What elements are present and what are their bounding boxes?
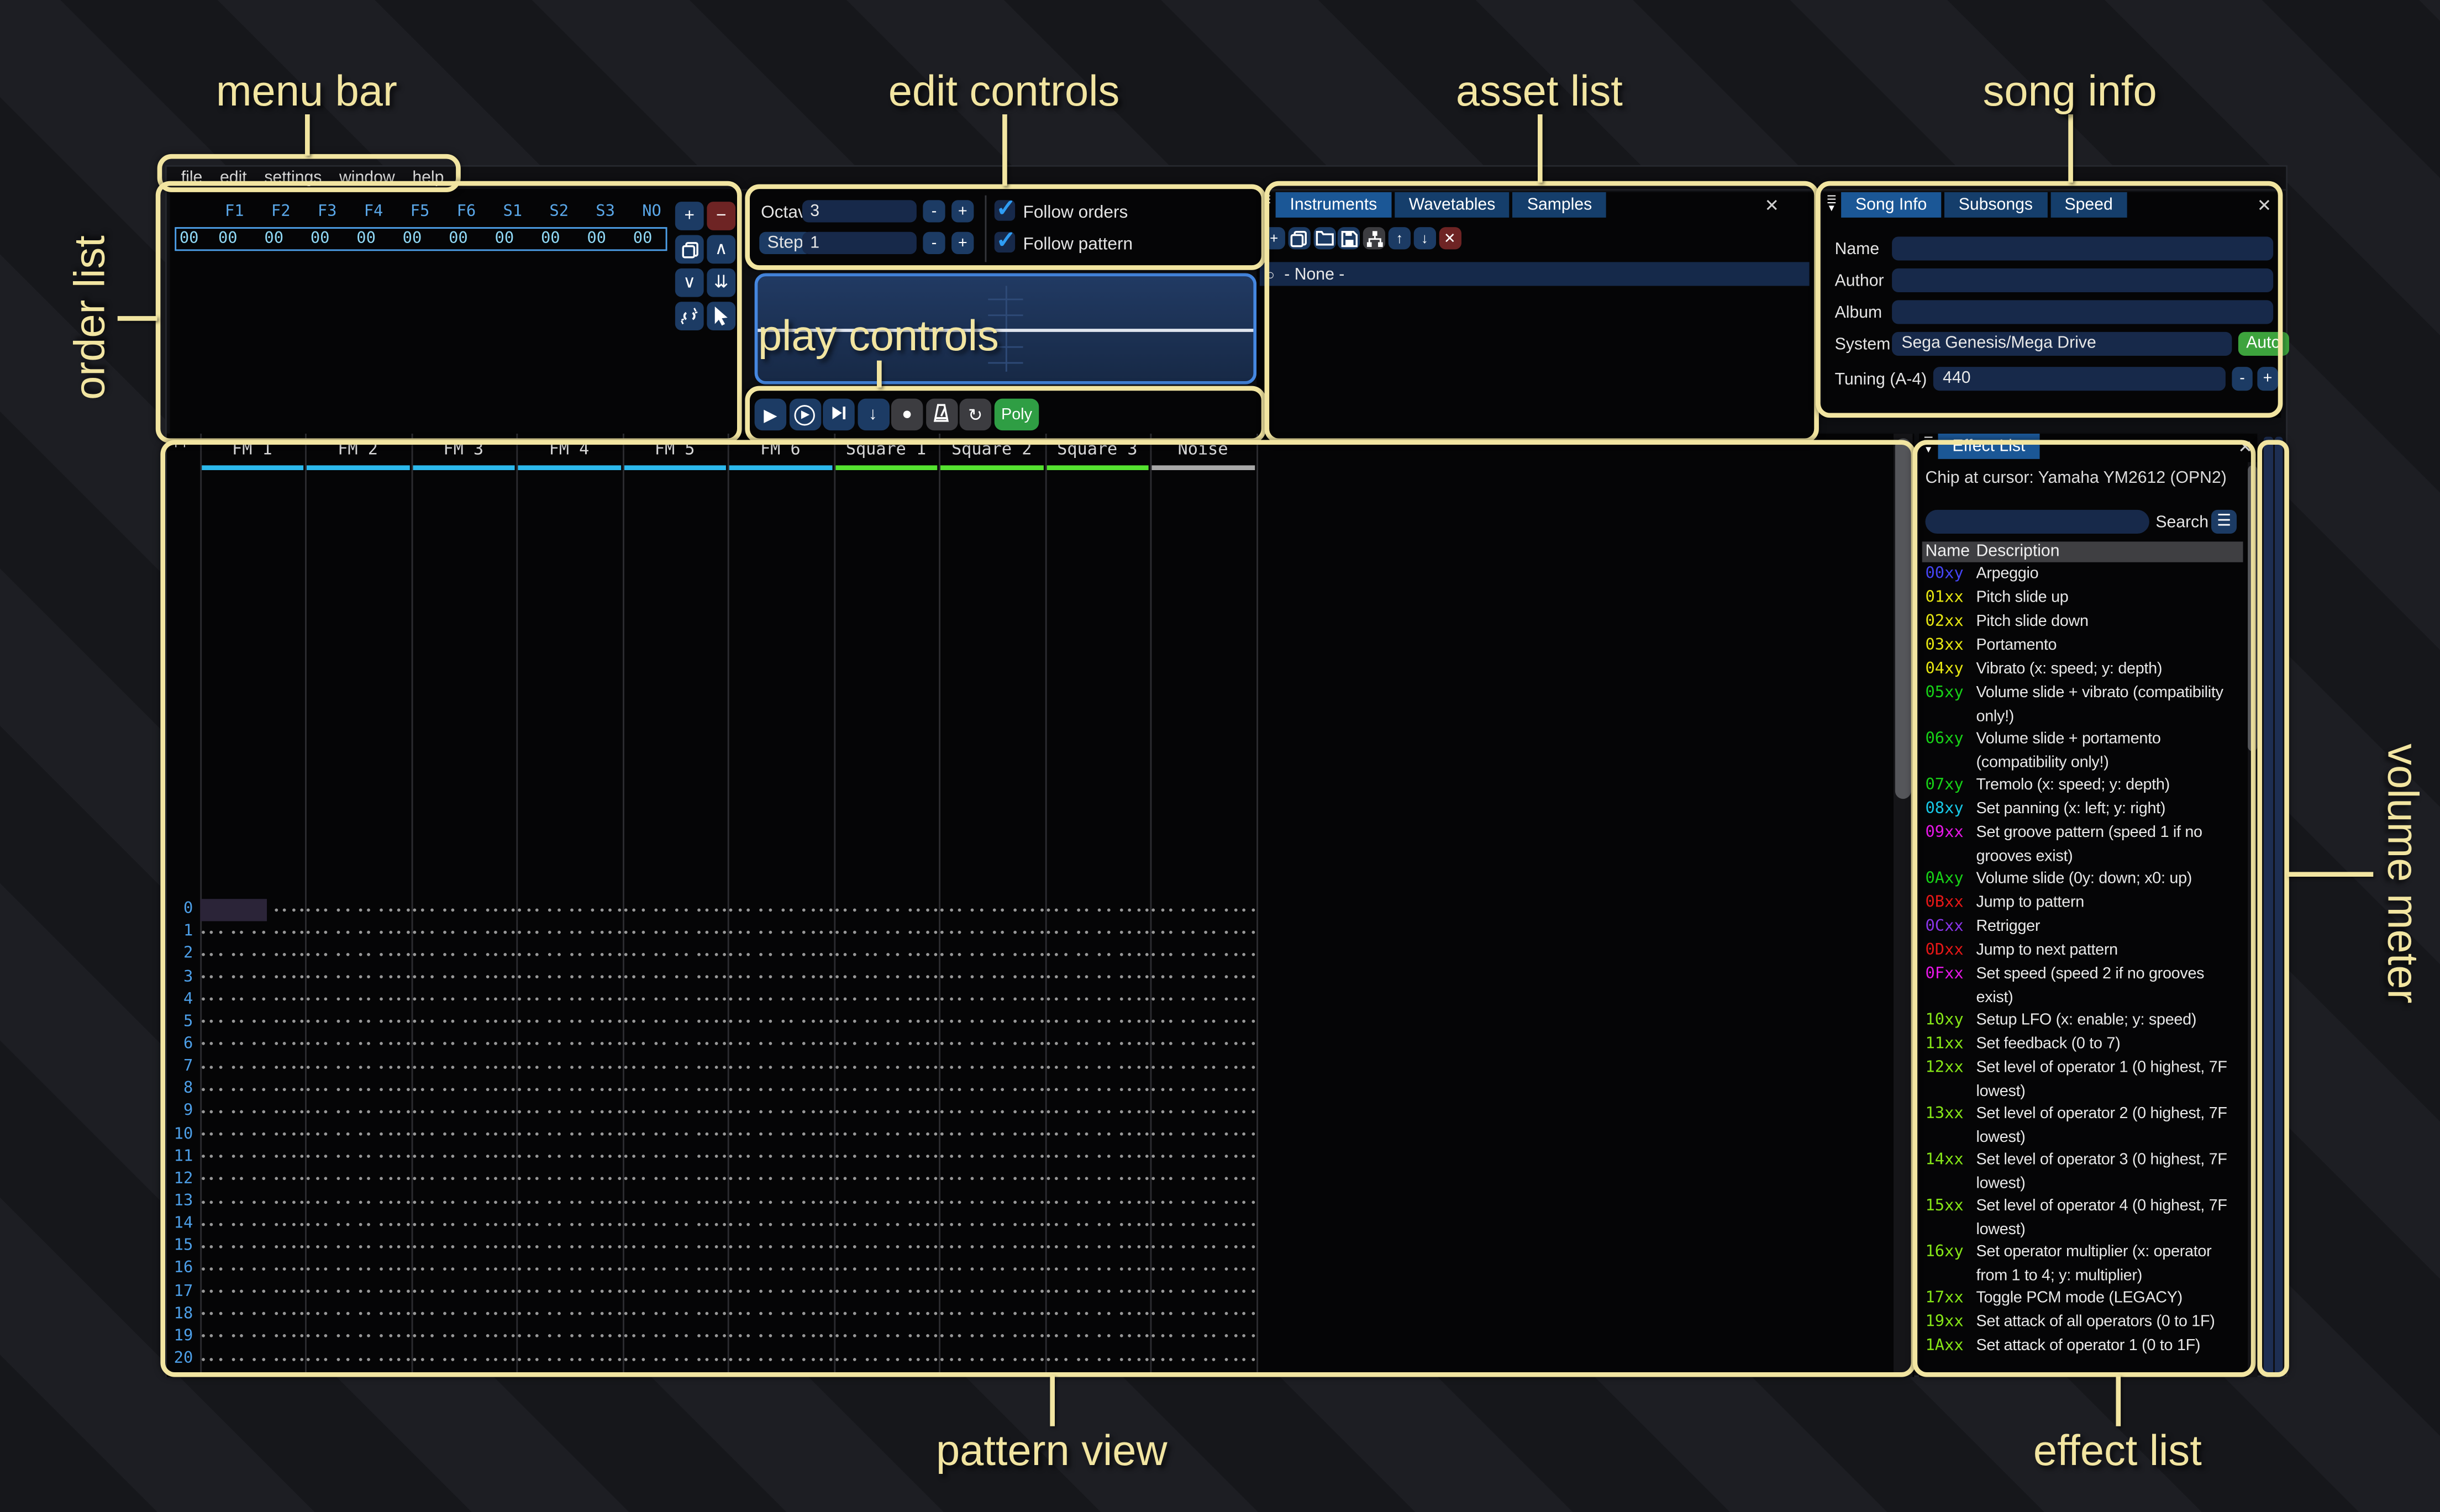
annotation-label-effect-list: effect list xyxy=(2033,1427,2202,1476)
annotation-line xyxy=(877,361,882,388)
annotation-line xyxy=(1002,114,1007,186)
screenshot-root: fileeditsettingswindowhelp F1F2F3F4F5F6S… xyxy=(0,0,2440,1512)
annotation-label-menu-bar: menu bar xyxy=(216,67,397,117)
annotation-rect-pattern-view xyxy=(160,440,1916,1377)
annotation-rect-song-info xyxy=(1816,181,2283,418)
annotation-label-asset-list: asset list xyxy=(1456,67,1623,117)
annotation-label-volume-meter: volume meter xyxy=(2377,744,2426,1003)
annotation-label-song-info: song info xyxy=(1983,67,2157,117)
annotation-line xyxy=(2068,114,2073,183)
annotation-label-play-controls: play controls xyxy=(758,312,999,361)
annotation-rect-order-list xyxy=(156,181,742,443)
annotation-label-pattern-view: pattern view xyxy=(936,1427,1168,1476)
annotation-line xyxy=(118,316,157,321)
annotation-rect-edit-controls xyxy=(745,185,1266,270)
annotation-rect-effect-list xyxy=(1913,440,2256,1377)
annotation-line xyxy=(1050,1376,1055,1426)
annotation-line xyxy=(2288,872,2373,877)
annotation-rect-play-controls xyxy=(745,386,1266,444)
annotation-label-edit-controls: edit controls xyxy=(888,67,1120,117)
annotation-rect-asset-list xyxy=(1265,181,1819,443)
annotation-line xyxy=(2116,1376,2121,1426)
annotation-line xyxy=(1538,114,1543,183)
annotation-label-order-list: order list xyxy=(66,235,115,400)
annotation-line xyxy=(305,114,310,156)
annotation-rect-volume-meter xyxy=(2257,440,2289,1377)
